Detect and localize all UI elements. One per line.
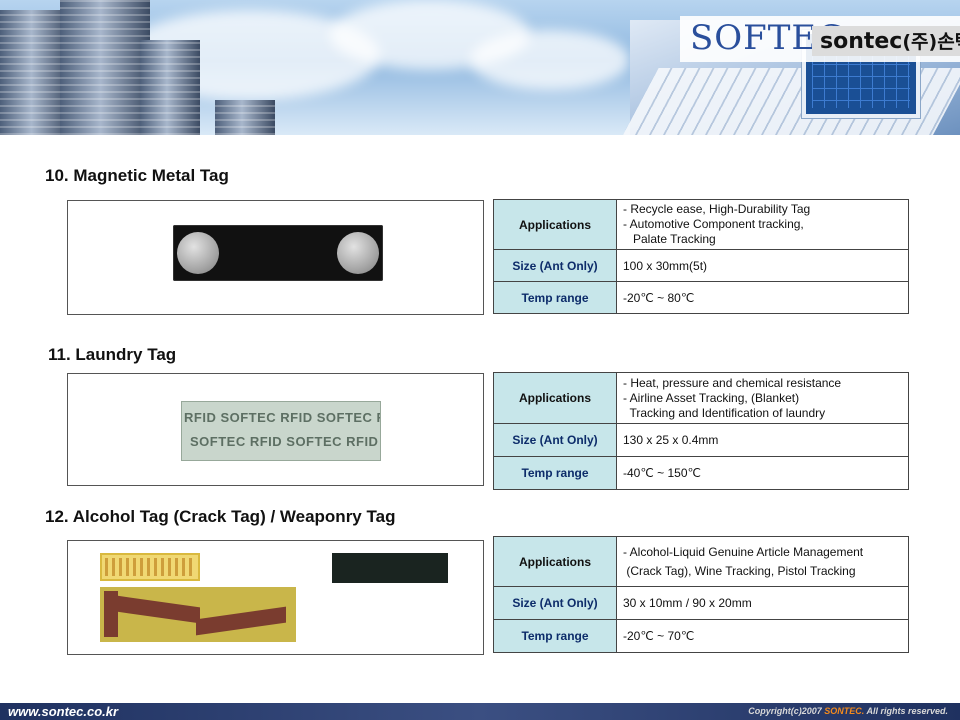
antenna-strip — [196, 606, 286, 636]
spec-table-magnetic-tag: Applications - Recycle ease, High-Durabi… — [493, 199, 909, 314]
antenna-strip — [104, 591, 118, 637]
applications-value: - Heat, pressure and chemical resistance… — [616, 372, 909, 424]
applications-label: Applications — [493, 372, 617, 424]
building-graphic — [140, 40, 200, 135]
temp-range-value: -40℃ ~ 150℃ — [616, 456, 909, 490]
size-label: Size (Ant Only) — [493, 249, 617, 282]
laundry-tag-body: RFID SOFTEC RFID SOFTEC R SOFTEC RFID SO… — [181, 401, 381, 461]
applications-label: Applications — [493, 536, 617, 587]
spec-table-laundry-tag: Applications - Heat, pressure and chemic… — [493, 372, 909, 490]
building-graphic — [60, 0, 150, 135]
laundry-tag-image: RFID SOFTEC RFID SOFTEC R SOFTEC RFID SO… — [67, 373, 484, 486]
magnetic-tag-body — [173, 225, 383, 281]
copyright-text: Copyright(c)2007 SONTEC. All rights rese… — [748, 706, 948, 716]
temp-range-label: Temp range — [493, 619, 617, 653]
section-title-laundry-tag: 11. Laundry Tag — [48, 345, 177, 364]
applications-value: - Alcohol-Liquid Genuine Article Managem… — [616, 536, 909, 587]
size-value: 100 x 30mm(5t) — [616, 249, 909, 282]
crack-tag-large — [100, 587, 296, 642]
temp-range-value: -20℃ ~ 70℃ — [616, 619, 909, 653]
size-label: Size (Ant Only) — [493, 423, 617, 457]
magnet-disc-right — [337, 232, 379, 274]
antenna-strip — [110, 594, 200, 624]
size-value: 30 x 10mm / 90 x 20mm — [616, 586, 909, 620]
temp-range-label: Temp range — [493, 456, 617, 490]
cloud-graphic — [470, 30, 630, 90]
size-value: 130 x 25 x 0.4mm — [616, 423, 909, 457]
crack-tag-small — [100, 553, 200, 581]
temp-range-label: Temp range — [493, 281, 617, 314]
laundry-tag-print-row: RFID SOFTEC RFID SOFTEC R — [184, 410, 381, 425]
header-banner: SOFTEC sontec(주)손텍 — [0, 0, 960, 135]
footer-bar: www.sontec.co.kr Copyright(c)2007 SONTEC… — [0, 703, 960, 720]
applications-value: - Recycle ease, High-Durability Tag - Au… — [616, 199, 909, 250]
laundry-tag-print-row: SOFTEC RFID SOFTEC RFID — [190, 434, 379, 449]
weaponry-tag-black — [332, 553, 448, 583]
website-url[interactable]: www.sontec.co.kr — [8, 704, 118, 719]
sontec-logo: sontec(주)손텍 — [820, 29, 960, 54]
spec-table-alcohol-tag: Applications - Alcohol-Liquid Genuine Ar… — [493, 536, 909, 653]
temp-range-value: -20℃ ~ 80℃ — [616, 281, 909, 314]
section-title-magnetic-metal-tag: 10. Magnetic Metal Tag — [45, 166, 229, 185]
section-title-alcohol-weaponry-tag: 12. Alcohol Tag (Crack Tag) / Weaponry T… — [45, 507, 396, 526]
applications-label: Applications — [493, 199, 617, 250]
magnet-disc-left — [177, 232, 219, 274]
size-label: Size (Ant Only) — [493, 586, 617, 620]
magnetic-tag-image — [67, 200, 484, 315]
alcohol-tag-image — [67, 540, 484, 655]
building-graphic — [215, 100, 275, 135]
